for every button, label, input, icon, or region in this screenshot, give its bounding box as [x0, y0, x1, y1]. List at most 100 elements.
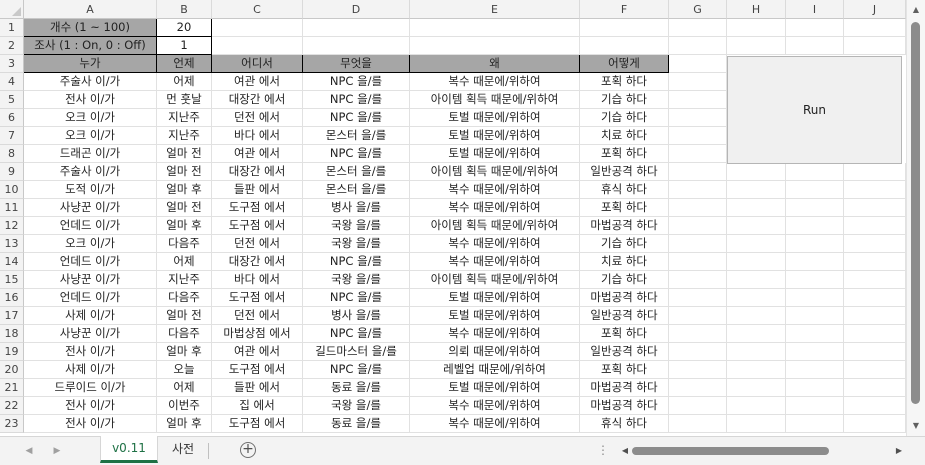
- empty-cell[interactable]: [580, 19, 669, 37]
- table-cell[interactable]: 포획 하다: [580, 361, 669, 379]
- empty-cell[interactable]: [786, 343, 844, 361]
- table-cell[interactable]: 병사 을/를: [303, 199, 410, 217]
- table-cell[interactable]: 던전 에서: [212, 235, 303, 253]
- table-cell[interactable]: 토벌 때문에/위하여: [410, 289, 580, 307]
- row-header-5[interactable]: 5: [0, 91, 24, 109]
- table-header-cell[interactable]: 어떻게: [580, 55, 669, 73]
- empty-cell[interactable]: [669, 109, 727, 127]
- table-cell[interactable]: 전사 이/가: [24, 397, 157, 415]
- table-cell[interactable]: 집 에서: [212, 397, 303, 415]
- empty-cell[interactable]: [786, 361, 844, 379]
- tab-v0-11[interactable]: v0.11: [100, 436, 158, 463]
- column-header-f[interactable]: F: [580, 0, 669, 19]
- empty-cell[interactable]: [727, 19, 786, 37]
- table-header-cell[interactable]: 왜: [410, 55, 580, 73]
- empty-cell[interactable]: [844, 397, 906, 415]
- empty-cell[interactable]: [727, 289, 786, 307]
- table-cell[interactable]: 복수 때문에/위하여: [410, 199, 580, 217]
- empty-cell[interactable]: [727, 415, 786, 433]
- cell-count-value[interactable]: 20: [157, 19, 212, 37]
- table-cell[interactable]: 토벌 때문에/위하여: [410, 307, 580, 325]
- empty-cell[interactable]: [669, 307, 727, 325]
- empty-cell[interactable]: [727, 217, 786, 235]
- empty-cell[interactable]: [844, 37, 906, 55]
- sheet-nav-next-icon[interactable]: ▶: [50, 443, 64, 459]
- table-cell[interactable]: 들판 에서: [212, 181, 303, 199]
- run-button[interactable]: Run: [727, 56, 902, 164]
- table-cell[interactable]: 마법상점 에서: [212, 325, 303, 343]
- table-cell[interactable]: 아이템 획득 때문에/위하여: [410, 163, 580, 181]
- column-header-g[interactable]: G: [669, 0, 727, 19]
- row-header-2[interactable]: 2: [0, 37, 24, 55]
- table-cell[interactable]: 어제: [157, 73, 212, 91]
- empty-cell[interactable]: [844, 361, 906, 379]
- table-cell[interactable]: 얼마 후: [157, 217, 212, 235]
- column-header-j[interactable]: J: [844, 0, 906, 19]
- empty-cell[interactable]: [669, 397, 727, 415]
- empty-cell[interactable]: [410, 19, 580, 37]
- table-cell[interactable]: 사냥꾼 이/가: [24, 199, 157, 217]
- empty-cell[interactable]: [727, 235, 786, 253]
- table-cell[interactable]: 토벌 때문에/위하여: [410, 127, 580, 145]
- table-cell[interactable]: 포획 하다: [580, 145, 669, 163]
- table-cell[interactable]: 복수 때문에/위하여: [410, 181, 580, 199]
- table-cell[interactable]: 포획 하다: [580, 199, 669, 217]
- column-header-h[interactable]: H: [727, 0, 786, 19]
- table-cell[interactable]: 일반공격 하다: [580, 163, 669, 181]
- table-cell[interactable]: 전사 이/가: [24, 343, 157, 361]
- empty-cell[interactable]: [303, 37, 410, 55]
- table-cell[interactable]: 국왕 을/를: [303, 397, 410, 415]
- row-header-7[interactable]: 7: [0, 127, 24, 145]
- table-cell[interactable]: 아이템 획득 때문에/위하여: [410, 271, 580, 289]
- table-cell[interactable]: 마법공격 하다: [580, 397, 669, 415]
- row-header-20[interactable]: 20: [0, 361, 24, 379]
- table-cell[interactable]: 동료 을/를: [303, 415, 410, 433]
- table-cell[interactable]: 휴식 하다: [580, 181, 669, 199]
- table-cell[interactable]: 포획 하다: [580, 325, 669, 343]
- column-header-e[interactable]: E: [410, 0, 580, 19]
- table-cell[interactable]: 들판 에서: [212, 379, 303, 397]
- empty-cell[interactable]: [844, 19, 906, 37]
- table-cell[interactable]: 언데드 이/가: [24, 217, 157, 235]
- table-cell[interactable]: 토벌 때문에/위하여: [410, 109, 580, 127]
- empty-cell[interactable]: [844, 325, 906, 343]
- empty-cell[interactable]: [786, 217, 844, 235]
- table-cell[interactable]: 지난주: [157, 109, 212, 127]
- table-cell[interactable]: 바다 에서: [212, 271, 303, 289]
- table-cell[interactable]: 길드마스터 을/를: [303, 343, 410, 361]
- empty-cell[interactable]: [786, 19, 844, 37]
- empty-cell[interactable]: [786, 397, 844, 415]
- table-cell[interactable]: NPC 을/를: [303, 109, 410, 127]
- row-header-14[interactable]: 14: [0, 253, 24, 271]
- table-cell[interactable]: 전사 이/가: [24, 415, 157, 433]
- empty-cell[interactable]: [727, 307, 786, 325]
- table-cell[interactable]: 다음주: [157, 289, 212, 307]
- empty-cell[interactable]: [844, 199, 906, 217]
- table-cell[interactable]: 도구점 에서: [212, 361, 303, 379]
- table-cell[interactable]: 지난주: [157, 127, 212, 145]
- empty-cell[interactable]: [669, 289, 727, 307]
- table-cell[interactable]: 몬스터 을/를: [303, 163, 410, 181]
- table-cell[interactable]: 대장간 에서: [212, 253, 303, 271]
- table-cell[interactable]: 기습 하다: [580, 235, 669, 253]
- row-header-16[interactable]: 16: [0, 289, 24, 307]
- scroll-right-icon[interactable]: ▶: [892, 443, 906, 459]
- column-header-a[interactable]: A: [24, 0, 157, 19]
- table-cell[interactable]: 아이템 획득 때문에/위하여: [410, 91, 580, 109]
- tab-dictionary[interactable]: 사전: [158, 437, 208, 463]
- table-cell[interactable]: 복수 때문에/위하여: [410, 415, 580, 433]
- empty-cell[interactable]: [844, 307, 906, 325]
- table-cell[interactable]: 언데드 이/가: [24, 289, 157, 307]
- row-header-3[interactable]: 3: [0, 55, 24, 73]
- table-cell[interactable]: 복수 때문에/위하여: [410, 253, 580, 271]
- column-header-b[interactable]: B: [157, 0, 212, 19]
- table-cell[interactable]: 사냥꾼 이/가: [24, 325, 157, 343]
- table-cell[interactable]: 드래곤 이/가: [24, 145, 157, 163]
- empty-cell[interactable]: [844, 415, 906, 433]
- table-cell[interactable]: 드루이드 이/가: [24, 379, 157, 397]
- row-header-6[interactable]: 6: [0, 109, 24, 127]
- table-cell[interactable]: 기습 하다: [580, 91, 669, 109]
- table-cell[interactable]: 복수 때문에/위하여: [410, 397, 580, 415]
- table-cell[interactable]: 기습 하다: [580, 109, 669, 127]
- spreadsheet-grid[interactable]: ABCDEFGHIJ 1 2 3 4 5 6 7 8 9 10 11 12 13 14 15 16 17 18 19…: [0, 0, 906, 436]
